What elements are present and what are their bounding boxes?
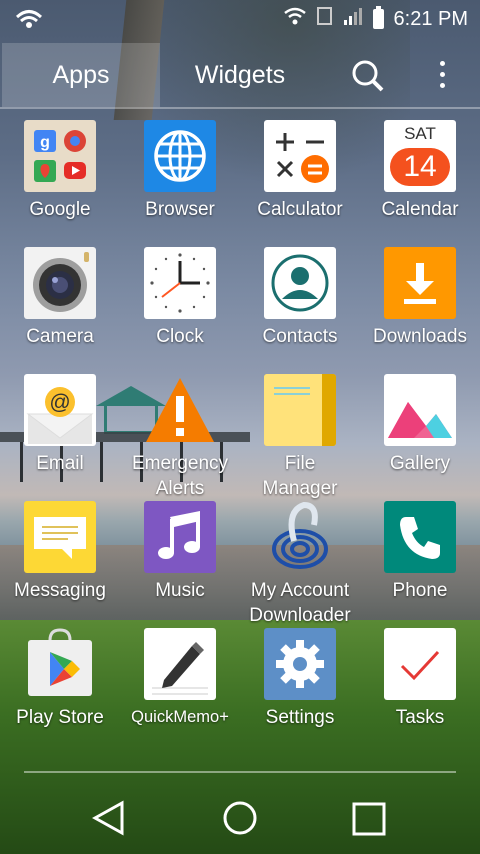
app-play-store[interactable]: Play Store [0, 626, 120, 753]
gear-icon [264, 628, 336, 700]
tab-apps[interactable]: Apps [2, 43, 160, 107]
app-label: Camera [26, 326, 94, 347]
svg-text:g: g [40, 134, 50, 151]
app-music[interactable]: Music [120, 499, 240, 626]
tab-widgets[interactable]: Widgets [160, 43, 320, 107]
wifi-calling-icon [14, 8, 44, 36]
clock-icon [144, 247, 216, 319]
contacts-icon [264, 247, 336, 319]
gallery-icon [384, 374, 456, 446]
app-downloads[interactable]: Downloads [360, 245, 480, 372]
app-label: Emergency [131, 453, 229, 474]
google-folder-icon: g [24, 120, 96, 192]
globe-icon [144, 120, 216, 192]
app-messaging[interactable]: Messaging [0, 499, 120, 626]
app-label: Email [36, 453, 84, 474]
app-camera[interactable]: Camera [0, 245, 120, 372]
search-icon[interactable] [348, 57, 388, 97]
app-file-manager[interactable]: File Manager [240, 372, 360, 499]
battery-icon [372, 6, 384, 29]
app-label: Google [29, 199, 91, 220]
app-label: My Account [250, 580, 350, 601]
folder-icon [264, 374, 336, 446]
app-label: Clock [156, 326, 204, 347]
wifi-icon [283, 6, 307, 32]
calculator-icon [264, 120, 336, 192]
app-label: Downloads [373, 326, 467, 347]
sim-icon [316, 6, 333, 32]
app-gallery[interactable]: Gallery [360, 372, 480, 499]
checkmark-icon [384, 628, 456, 700]
app-tasks[interactable]: Tasks [360, 626, 480, 753]
home-screen: 6:21 PM Apps Widgets g Google Browser Ca… [0, 0, 480, 854]
fingerprint-icon [264, 501, 336, 573]
calendar-date: 14 [390, 148, 450, 186]
app-label: QuickMemo+ [131, 708, 229, 726]
app-label: Phone [392, 580, 448, 601]
drawer-tab-bar: Apps Widgets [0, 43, 480, 109]
app-calculator[interactable]: Calculator [240, 118, 360, 245]
app-label: Play Store [16, 707, 104, 728]
calendar-icon: SAT 14 [384, 120, 456, 192]
calendar-day: SAT [404, 124, 436, 143]
back-icon[interactable] [91, 800, 126, 841]
status-time: 6:21 PM [393, 7, 468, 30]
app-label-line2: Downloader [249, 605, 351, 626]
app-label: Gallery [389, 453, 451, 474]
app-contacts[interactable]: Contacts [240, 245, 360, 372]
app-settings[interactable]: Settings [240, 626, 360, 753]
recent-apps-icon[interactable] [352, 802, 386, 841]
svg-text:@: @ [49, 391, 70, 414]
app-calendar[interactable]: SAT 14 Calendar [360, 118, 480, 245]
overflow-menu-icon[interactable] [428, 57, 456, 93]
page-divider [24, 771, 456, 773]
play-store-icon [24, 628, 96, 700]
app-my-account-downloader[interactable]: My Account Downloader [240, 499, 360, 626]
app-label: Browser [145, 199, 215, 220]
app-emergency-alerts[interactable]: Emergency Alerts [120, 372, 240, 499]
app-label-line2: Manager [262, 478, 338, 499]
app-label: Music [155, 580, 205, 601]
pen-icon [144, 628, 216, 700]
app-label: Settings [265, 707, 335, 728]
download-icon [384, 247, 456, 319]
navigation-bar [0, 786, 480, 854]
signal-icon [343, 6, 363, 32]
app-clock[interactable]: Clock [120, 245, 240, 372]
app-email[interactable]: @ Email [0, 372, 120, 499]
app-label: Contacts [262, 326, 338, 347]
app-label: Messaging [14, 580, 106, 601]
app-label: File [284, 453, 316, 474]
app-google[interactable]: g Google [0, 118, 120, 245]
warning-icon [144, 374, 216, 446]
music-note-icon [144, 501, 216, 573]
phone-icon [384, 501, 456, 573]
app-label: Calculator [257, 199, 343, 220]
app-label: Tasks [395, 707, 445, 728]
app-browser[interactable]: Browser [120, 118, 240, 245]
message-icon [24, 501, 96, 573]
app-quickmemo[interactable]: QuickMemo+ [120, 626, 240, 753]
status-bar: 6:21 PM [0, 0, 480, 38]
app-label: Calendar [381, 199, 459, 220]
app-phone[interactable]: Phone [360, 499, 480, 626]
email-icon: @ [24, 374, 96, 446]
app-label-line2: Alerts [155, 478, 205, 499]
home-icon[interactable] [222, 800, 258, 841]
camera-icon [24, 247, 96, 319]
